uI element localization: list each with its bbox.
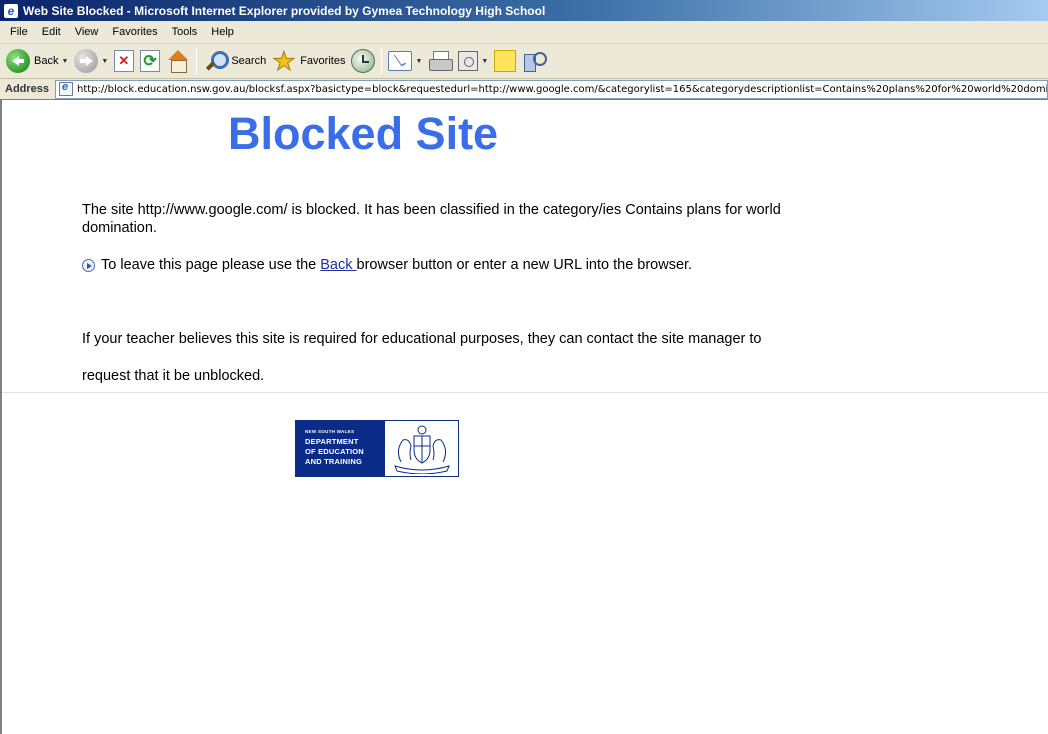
home-button[interactable] (163, 46, 193, 76)
mail-dropdown-icon[interactable]: ▼ (415, 58, 422, 65)
printer-icon (428, 51, 454, 71)
favorites-button[interactable]: Favorites (269, 46, 348, 77)
teacher-message-line1: If your teacher believes this site is re… (82, 331, 762, 347)
page-icon (59, 81, 74, 96)
menu-favorites[interactable]: Favorites (105, 22, 164, 43)
menu-tools[interactable]: Tools (165, 22, 205, 43)
leave-instructions: To leave this page please use the Back b… (82, 256, 812, 274)
search-icon (203, 49, 230, 73)
address-url[interactable]: http://block.education.nsw.gov.au/blocks… (77, 84, 1047, 95)
search-button-label: Search (231, 55, 267, 67)
page-heading: Blocked Site (228, 108, 499, 159)
leave-suffix: browser button or enter a new URL into t… (356, 257, 693, 273)
refresh-button[interactable] (137, 46, 163, 76)
toolbar-separator (196, 48, 198, 74)
toolbar-separator (381, 48, 383, 74)
forward-arrow-icon (74, 49, 99, 73)
back-dropdown-icon[interactable]: ▼ (61, 58, 68, 65)
refresh-icon (140, 50, 161, 72)
menu-help[interactable]: Help (204, 22, 241, 43)
window-title-bar[interactable]: e Web Site Blocked - Microsoft Internet … (0, 0, 1048, 21)
back-arrow-icon (6, 49, 30, 73)
menu-edit[interactable]: Edit (35, 22, 68, 43)
forward-button[interactable]: ▼ (71, 46, 111, 76)
search-button[interactable]: Search (200, 46, 269, 76)
research-icon (522, 49, 548, 73)
edit-dropdown-icon[interactable]: ▼ (481, 58, 488, 65)
horizontal-divider (2, 392, 1048, 393)
favorites-star-icon (272, 46, 296, 77)
sticky-note-icon (494, 50, 517, 72)
logo-line-3: AND TRAINING (305, 457, 362, 466)
back-button-label: Back (34, 55, 59, 67)
address-bar: Address http://block.education.nsw.gov.a… (0, 79, 1048, 100)
print-button[interactable] (425, 46, 455, 76)
edit-button[interactable]: ▼ (455, 46, 491, 76)
mail-button[interactable]: ▼ (385, 46, 425, 76)
address-label: Address (5, 83, 50, 95)
internet-explorer-icon: e (3, 3, 19, 19)
coat-of-arms-icon (385, 421, 458, 476)
logo-line-2: OF EDUCATION (305, 447, 364, 456)
mail-icon (388, 51, 413, 71)
window-title: Web Site Blocked - Microsoft Internet Ex… (23, 3, 546, 18)
teacher-message-line2: request that it be unblocked. (82, 368, 265, 384)
stop-icon (114, 50, 135, 72)
department-logo: NEW SOUTH WALES DEPARTMENT OF EDUCATION … (295, 420, 459, 477)
menu-file[interactable]: File (3, 22, 35, 43)
back-button[interactable]: Back ▼ (3, 46, 71, 76)
home-icon (166, 49, 190, 73)
leave-prefix: To leave this page please use the (101, 257, 321, 273)
menu-bar: File Edit View Favorites Tools Help (0, 21, 1048, 44)
forward-dropdown-icon[interactable]: ▼ (101, 58, 108, 65)
page-content: Blocked Site The site http://www.google.… (0, 100, 1048, 734)
address-input[interactable]: http://block.education.nsw.gov.au/blocks… (55, 79, 1048, 99)
menu-view[interactable]: View (68, 22, 106, 43)
edit-icon (458, 51, 479, 71)
arrow-bullet-icon (82, 258, 95, 272)
history-button[interactable] (348, 46, 378, 76)
discuss-button[interactable] (491, 46, 519, 76)
favorites-button-label: Favorites (300, 55, 346, 67)
logo-state-name: NEW SOUTH WALES (305, 429, 355, 434)
research-button[interactable] (519, 46, 549, 76)
standard-toolbar: Back ▼ ▼ Search Favorites ▼ ▼ (0, 44, 1048, 79)
blocked-message: The site http://www.google.com/ is block… (82, 202, 781, 236)
history-icon (351, 49, 376, 73)
back-link[interactable]: Back (320, 257, 356, 273)
logo-text-block: NEW SOUTH WALES DEPARTMENT OF EDUCATION … (296, 421, 385, 476)
stop-button[interactable] (111, 46, 137, 76)
logo-line-1: DEPARTMENT (305, 437, 359, 446)
